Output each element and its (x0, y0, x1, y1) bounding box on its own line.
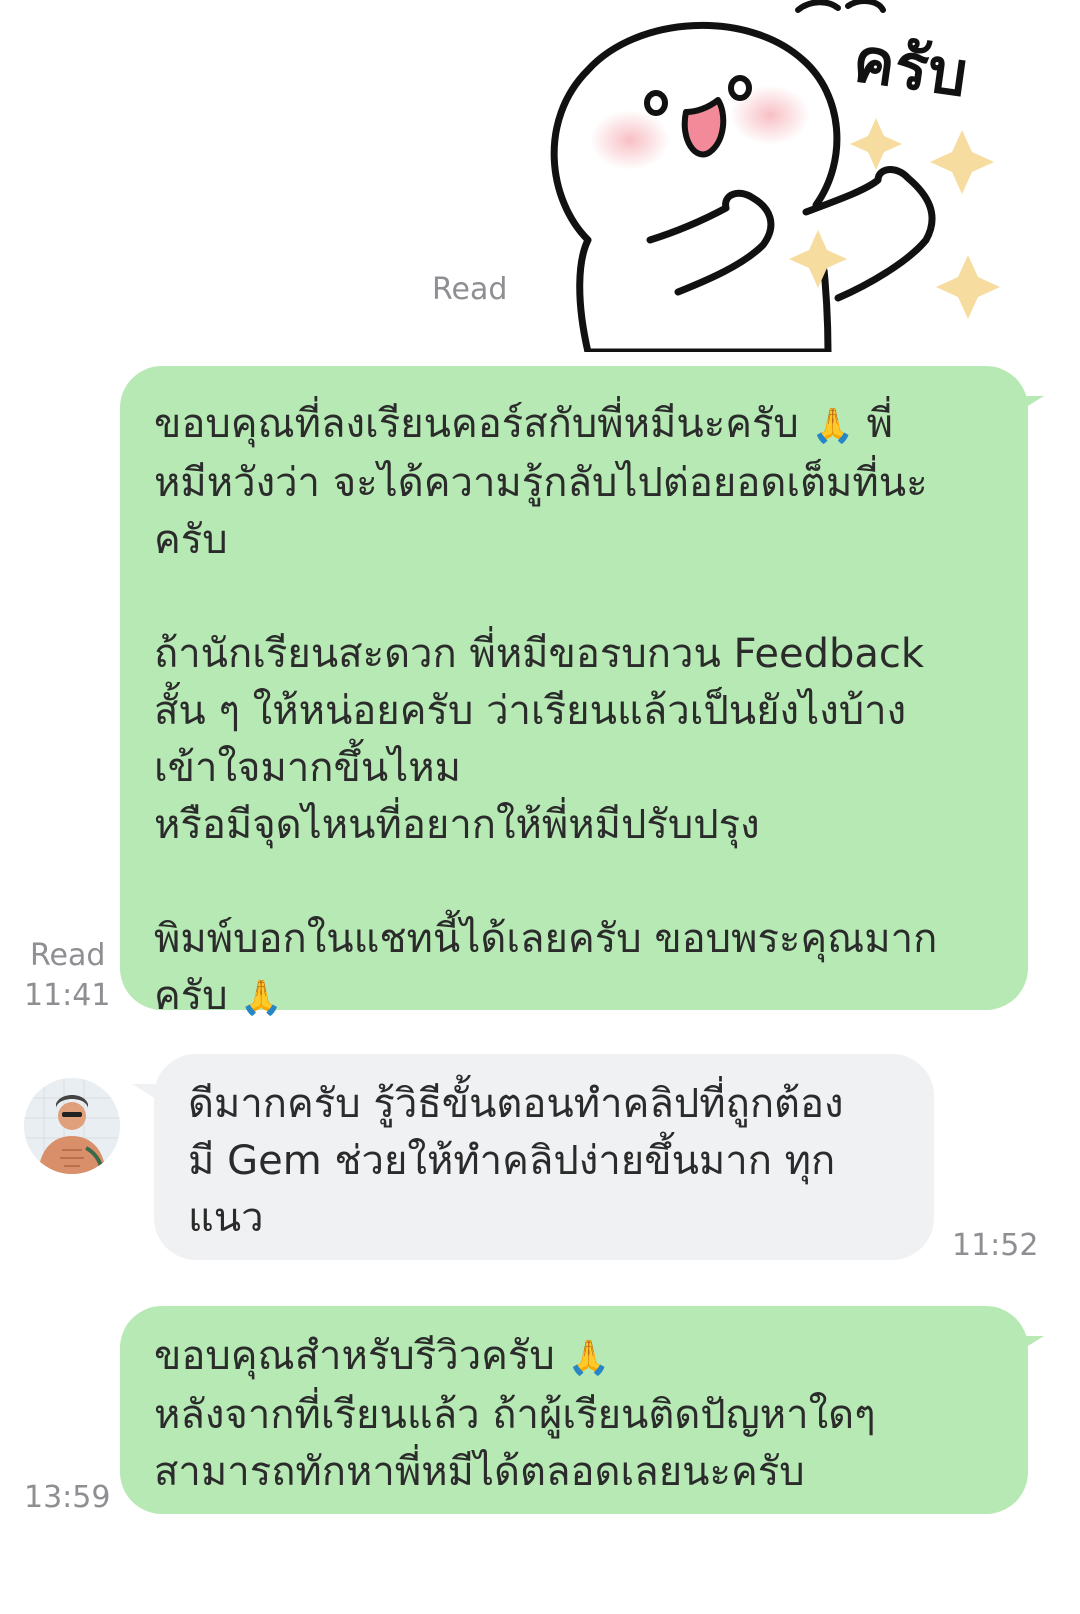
incoming-message-bubble[interactable]: ดีมากครับ รู้วิธีขั้นตอนทำคลิปที่ถูกต้อง… (154, 1054, 934, 1260)
message-line: ขอบคุณที่ลงเรียนคอร์สกับพี่หมีนะครับ 🙏 พ… (154, 401, 893, 447)
pray-emoji: 🙏 (811, 406, 854, 446)
avatar-image (24, 1078, 120, 1174)
message-paragraph: หมีหวังว่า จะได้ความรู้กลับไปต่อยอดเต็มท… (154, 460, 928, 563)
message-text: ดีมากครับ รู้วิธีขั้นตอนทำคลิปที่ถูกต้อง… (188, 1081, 844, 1241)
sticker-caption: ครับ (849, 23, 972, 111)
message-line: ครับ 🙏 (154, 973, 283, 1019)
outgoing-message-bubble[interactable]: ขอบคุณสำหรับรีวิวครับ 🙏 หลังจากที่เรียนแ… (120, 1306, 1028, 1514)
contact-avatar[interactable] (24, 1078, 120, 1174)
message-line: ขอบคุณสำหรับรีวิวครับ 🙏 (154, 1333, 610, 1379)
message-1-read-receipt: Read (30, 938, 106, 973)
outgoing-message-bubble[interactable]: ขอบคุณที่ลงเรียนคอร์สกับพี่หมีนะครับ 🙏 พ… (120, 366, 1028, 1019)
sticker-read-receipt: Read (432, 272, 508, 307)
message-1-time: 11:41 (24, 978, 111, 1013)
pray-emoji: 🙏 (567, 1338, 610, 1378)
message-paragraph: ถ้านักเรียนสะดวก พี่หมีขอรบกวน Feedback … (154, 631, 925, 848)
sticker-image[interactable]: ครับ (548, 0, 1040, 352)
bubble-tail (1018, 396, 1044, 412)
message-2-time: 11:52 (952, 1228, 1039, 1263)
message-paragraph: หลังจากที่เรียนแล้ว ถ้าผู้เรียนติดปัญหาใ… (154, 1392, 876, 1495)
bubble-tail (132, 1084, 158, 1100)
message-3-time: 13:59 (24, 1480, 111, 1515)
message-paragraph: พิมพ์บอกในแชทนี้ได้เลยครับ ขอบพระคุณมาก (154, 916, 938, 962)
pray-emoji: 🙏 (240, 978, 283, 1018)
bubble-tail (1018, 1336, 1044, 1352)
